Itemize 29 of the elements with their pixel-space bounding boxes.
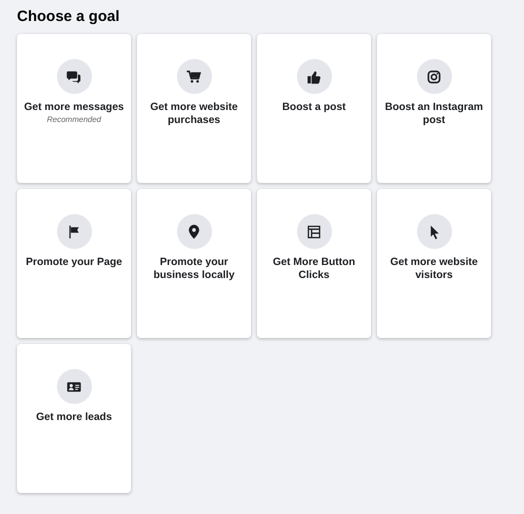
recommended-note: Recommended xyxy=(46,115,102,124)
thumbs-up-badge-icon xyxy=(296,59,332,94)
goal-card[interactable]: Get more website visitors xyxy=(377,189,491,338)
goal-label: Get more messages xyxy=(24,101,124,114)
goal-label: Boost a post xyxy=(282,101,346,114)
goal-label: Get more website purchases xyxy=(149,101,239,127)
camera-badge-icon xyxy=(416,59,452,94)
goal-card[interactable]: Get More Button Clicks xyxy=(257,189,371,338)
goal-card[interactable]: Boost an Instagram post xyxy=(377,34,491,183)
goal-label: Promote your business locally xyxy=(152,256,236,282)
goal-label: Promote your Page xyxy=(26,256,122,269)
goal-label: Get more website visitors xyxy=(389,256,479,282)
goal-card[interactable]: Get more messages Recommended xyxy=(17,34,131,183)
contact-card-badge-icon xyxy=(56,369,92,404)
goal-card[interactable]: Boost a post xyxy=(257,34,371,183)
layout-badge-icon xyxy=(296,214,332,249)
goal-card[interactable]: Get more leads xyxy=(17,344,131,493)
goal-label: Get More Button Clicks xyxy=(272,256,356,282)
location-pin-badge-icon xyxy=(176,214,212,249)
goal-label: Boost an Instagram post xyxy=(384,101,484,127)
page-title: Choose a goal xyxy=(17,8,121,25)
goal-card[interactable]: Promote your business locally xyxy=(137,189,251,338)
cart-badge-icon xyxy=(176,59,212,94)
goal-card[interactable]: Get more website purchases xyxy=(137,34,251,183)
flag-badge-icon xyxy=(56,214,92,249)
chat-badge-icon xyxy=(56,59,92,94)
goal-card[interactable]: Promote your Page xyxy=(17,189,131,338)
cursor-badge-icon xyxy=(416,214,452,249)
goal-label: Get more leads xyxy=(36,411,112,424)
